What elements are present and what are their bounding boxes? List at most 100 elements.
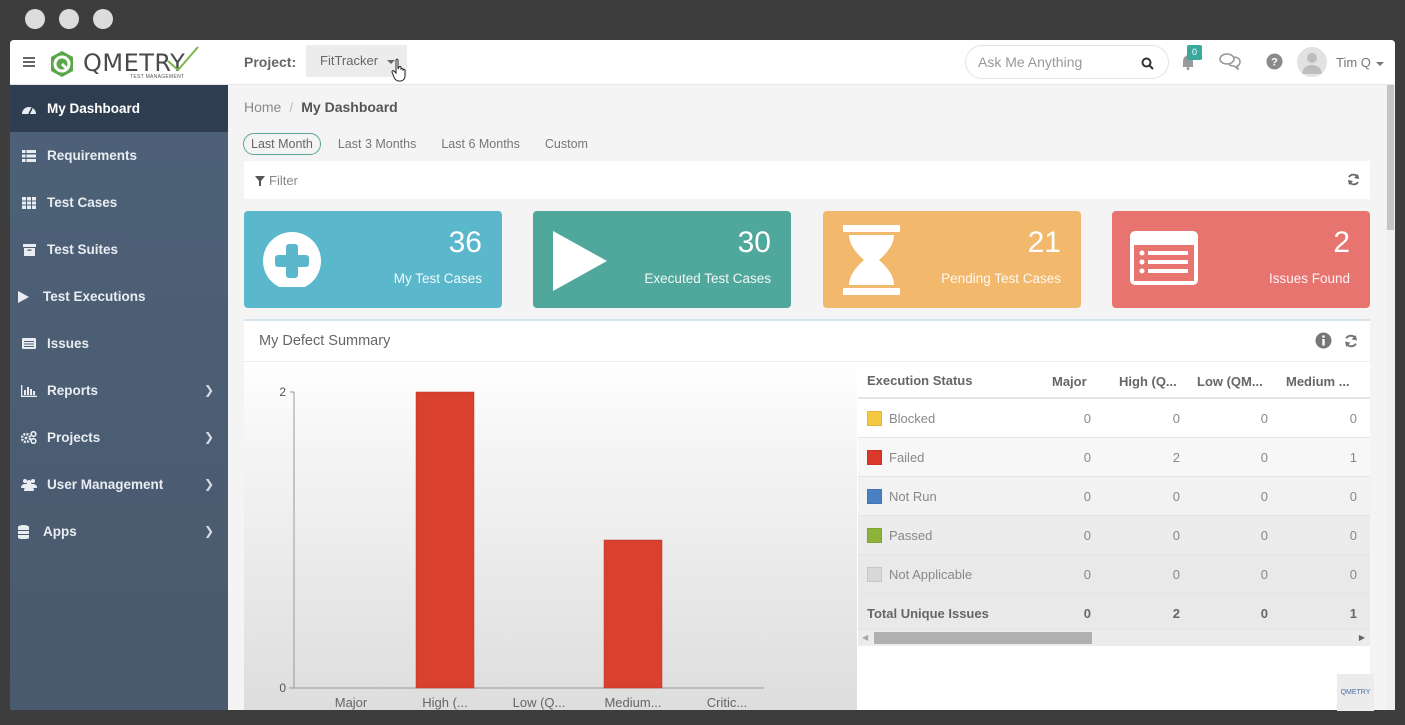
col-header-medium[interactable]: Medium ... [1286, 374, 1350, 389]
app: QMETRY TEST MANAGEMENT Project: FitTrack… [10, 40, 1395, 710]
filter-icon [255, 176, 265, 186]
sidebar-item-test-executions[interactable]: Test Executions [10, 273, 228, 320]
card-issues-found[interactable]: 2 Issues Found [1112, 211, 1370, 308]
qmetry-logo[interactable]: QMETRY TEST MANAGEMENT [48, 46, 199, 82]
play-icon [18, 289, 36, 305]
defect-bar-chart: 0 2 Major High (... Low (Q... Medium... Critic… [244, 362, 857, 710]
count-cell: 0 [1260, 567, 1268, 582]
range-last-6-months[interactable]: Last 6 Months [433, 133, 528, 155]
scrollbar-thumb[interactable] [874, 632, 1092, 644]
count-cell: 0 [1172, 567, 1180, 582]
chevron-right-icon: ❯ [203, 383, 214, 397]
table-row: Failed 0 2 0 1 [858, 438, 1370, 477]
table-horizontal-scrollbar[interactable]: ◀ ▶ [858, 630, 1370, 646]
status-cell: Not Applicable [867, 567, 972, 582]
sidebar-item-label: Test Executions [43, 289, 146, 304]
sidebar-item-apps[interactable]: Apps ❯ [10, 508, 228, 555]
refresh-icon[interactable] [1344, 334, 1358, 348]
breadcrumb-current: My Dashboard [301, 99, 398, 115]
window-controls [25, 9, 113, 29]
x-tick-label: Critic... [707, 695, 747, 710]
database-icon [18, 524, 36, 540]
card-pending-test-cases[interactable]: 21 Pending Test Cases [823, 211, 1081, 308]
range-last-month[interactable]: Last Month [243, 133, 321, 155]
sidebar-item-requirements[interactable]: Requirements [10, 132, 228, 179]
breadcrumb-separator: / [289, 99, 294, 115]
count-cell: 0 [1083, 528, 1091, 543]
status-color-swatch [867, 528, 882, 543]
card-label: My Test Cases [393, 271, 482, 286]
window-close-button[interactable] [25, 9, 45, 29]
scroll-right-icon[interactable]: ▶ [1359, 633, 1365, 642]
sidebar-item-test-suites[interactable]: Test Suites [10, 226, 228, 273]
card-my-test-cases[interactable]: 36 My Test Cases [244, 211, 502, 308]
x-tick-label: Low (Q... [513, 695, 566, 710]
search-box[interactable] [965, 45, 1169, 79]
sidebar-item-user-management[interactable]: User Management ❯ [10, 461, 228, 508]
play-icon [553, 231, 607, 291]
sidebar-item-label: Requirements [47, 148, 138, 163]
sidebar-item-label: Apps [43, 524, 77, 539]
user-menu[interactable]: Tim Q [1336, 55, 1384, 70]
logo-subtitle: TEST MANAGEMENT [130, 74, 185, 80]
filter-toggle[interactable]: Filter [255, 173, 298, 188]
count-cell: 0 [1349, 528, 1357, 543]
card-label: Issues Found [1268, 271, 1350, 286]
search-input[interactable] [978, 54, 1128, 70]
info-icon[interactable] [1315, 332, 1332, 349]
menu-icon[interactable] [23, 57, 35, 67]
y-tick-label: 2 [279, 385, 286, 399]
status-color-swatch [867, 411, 882, 426]
card-label: Executed Test Cases [644, 271, 771, 286]
count-cell: 0 [1260, 411, 1268, 426]
filter-label: Filter [269, 173, 298, 188]
range-custom[interactable]: Custom [537, 133, 596, 155]
total-cell: 1 [1349, 606, 1357, 621]
card-executed-test-cases[interactable]: 30 Executed Test Cases [533, 211, 791, 308]
defect-summary-panel: My Defect Summary 0 2 Major High (... Low (Q… [244, 319, 1370, 710]
grid-icon [18, 195, 40, 211]
stat-cards: 36 My Test Cases 30 Executed Test Cases [244, 211, 1370, 308]
notification-badge: 0 [1187, 45, 1202, 60]
card-value: 21 [1027, 226, 1061, 259]
total-label: Total Unique Issues [867, 606, 989, 621]
count-cell: 0 [1349, 411, 1357, 426]
user-avatar[interactable] [1297, 47, 1327, 77]
count-cell: 0 [1083, 450, 1091, 465]
refresh-icon[interactable] [1347, 173, 1360, 186]
sidebar-item-issues[interactable]: Issues [10, 320, 228, 367]
breadcrumb: Home / My Dashboard [244, 99, 398, 115]
status-label: Passed [889, 528, 933, 543]
col-header-high[interactable]: High (Q... [1119, 374, 1177, 389]
range-last-3-months[interactable]: Last 3 Months [330, 133, 425, 155]
sidebar-item-projects[interactable]: Projects ❯ [10, 414, 228, 461]
help-icon[interactable]: ? [1266, 53, 1283, 70]
window-maximize-button[interactable] [93, 9, 113, 29]
qmetry-watermark: QMETRY [1337, 674, 1374, 711]
table-row: Not Applicable 0 0 0 0 [858, 555, 1370, 594]
scrollbar-thumb[interactable] [1387, 85, 1394, 230]
search-icon[interactable] [1141, 57, 1154, 70]
status-cell: Not Run [867, 489, 937, 504]
svg-text:?: ? [1271, 57, 1278, 69]
scroll-left-icon[interactable]: ◀ [862, 633, 868, 642]
breadcrumb-home-link[interactable]: Home [244, 99, 281, 115]
page-vertical-scrollbar[interactable] [1386, 85, 1395, 710]
user-avatar-icon [1302, 53, 1322, 74]
sidebar-item-reports[interactable]: Reports ❯ [10, 367, 228, 414]
col-header-low[interactable]: Low (QM... [1197, 374, 1263, 389]
defect-summary-table: Execution Status Major High (Q... Low (Q… [858, 362, 1370, 646]
col-header-major[interactable]: Major [1052, 374, 1087, 389]
count-cell: 1 [1349, 450, 1357, 465]
status-label: Not Run [889, 489, 937, 504]
count-cell: 0 [1172, 411, 1180, 426]
sidebar-item-my-dashboard[interactable]: My Dashboard [10, 85, 228, 132]
col-header-execution-status[interactable]: Execution Status [867, 373, 972, 388]
sidebar-item-test-cases[interactable]: Test Cases [10, 179, 228, 226]
window-minimize-button[interactable] [59, 9, 79, 29]
table-row: Passed 0 0 0 0 [858, 516, 1370, 555]
chat-icon[interactable] [1219, 52, 1241, 70]
table-row: Not Run 0 0 0 0 [858, 477, 1370, 516]
table-header-row: Execution Status Major High (Q... Low (Q… [858, 362, 1370, 399]
users-icon [18, 477, 40, 493]
